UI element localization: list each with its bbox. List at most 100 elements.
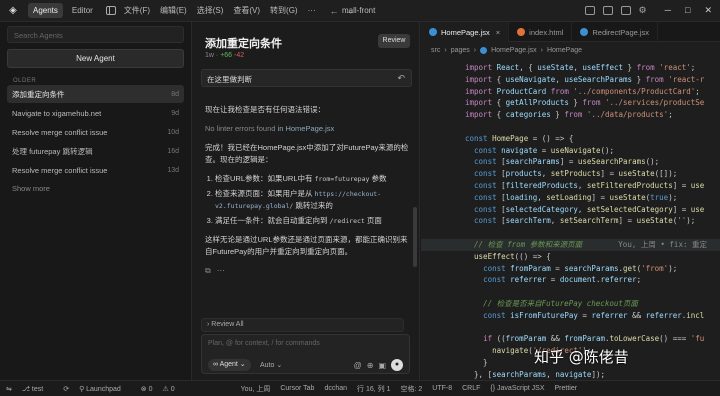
react-file-icon <box>480 46 488 54</box>
back-arrow-icon[interactable]: ← <box>330 6 339 16</box>
indent-setting[interactable]: 空格: 2 <box>400 384 422 394</box>
breadcrumb-item[interactable]: HomePage <box>547 47 582 54</box>
steps-list: 检查URL参数：如果URL中有 from=futurepay 参数 检查来源页面… <box>215 173 410 227</box>
git-blame-annotation: You, 上周 • fix: 重定 <box>618 239 707 249</box>
app-logo-icon: ◈ <box>9 5 17 16</box>
close-icon[interactable]: ✕ <box>704 5 712 16</box>
chat-title: 添加重定向条件 <box>205 38 282 50</box>
tab-editor[interactable]: Editor <box>67 3 98 18</box>
launchpad-button[interactable]: ⚲ Launchpad <box>79 385 131 393</box>
restore-icon[interactable]: ↶ <box>397 73 405 84</box>
lint-file-link[interactable]: in HomePage.jsx <box>278 124 335 133</box>
agent-item-age: 13d <box>167 166 179 174</box>
list-item: 检查来源页面：如果用户是从 https://checkout-v2.future… <box>215 188 410 212</box>
html-file-icon <box>517 28 526 36</box>
copy-icon[interactable]: ⧉ <box>205 265 211 277</box>
agent-chat-panel: 添加重定向条件 1w · +66 -42 Review 在这里做判断 ↶ 现在让… <box>193 22 420 380</box>
agent-item-age: 16d <box>167 147 179 155</box>
code-lines[interactable]: import React, { useState, useEffect } fr… <box>421 62 720 381</box>
menu-go[interactable]: 转到(G) <box>270 5 298 16</box>
user-status[interactable]: dcchan <box>324 385 347 392</box>
editor-tab-index[interactable]: index.html <box>509 22 573 42</box>
warnings-count[interactable]: ⚠ 0 <box>163 385 175 393</box>
sync-icon[interactable]: ⟳ <box>63 385 69 393</box>
remote-icon[interactable]: ⇋ <box>6 385 12 393</box>
editor-tab-homepage[interactable]: HomePage.jsx × <box>421 22 510 42</box>
chat-meta: 1w · +66 -42 <box>205 52 245 59</box>
menu-file[interactable]: 文件(F) <box>124 5 150 16</box>
breadcrumb-item[interactable]: HomePage.jsx <box>491 47 537 54</box>
breadcrumb-item[interactable]: src <box>431 47 440 54</box>
model-select[interactable]: Auto ⌄ <box>260 361 282 369</box>
window-title: mall-front <box>342 6 376 15</box>
user-prompt[interactable]: 在这里做判断 ↶ <box>201 69 412 87</box>
tab-label: RedirectPage.jsx <box>592 27 650 37</box>
maximize-icon[interactable]: □ <box>685 5 690 16</box>
review-all-label: Review All <box>211 321 244 328</box>
status-bar: ⇋ ⎇ test ⟳ ⚲ Launchpad ⊗ 0 ⚠ 0 You, 上周 C… <box>0 380 720 396</box>
tab-agents[interactable]: Agents <box>28 3 63 18</box>
encoding[interactable]: UTF-8 <box>432 385 452 392</box>
new-agent-button[interactable]: New Agent <box>7 49 184 68</box>
layout-right-icon[interactable] <box>620 6 631 15</box>
conclusion-text: 这样无论是通过URL参数还是通过页面来源，都能正确识别来自FuturePay的用… <box>205 235 408 256</box>
review-button[interactable]: Review <box>378 34 410 48</box>
more-menu-icon[interactable]: ··· <box>308 6 316 15</box>
at-mention-icon[interactable]: @ <box>354 361 362 370</box>
agent-item[interactable]: Navigate to xigamehub.net 9d <box>7 104 184 122</box>
minimize-icon[interactable]: ─ <box>665 5 671 16</box>
agent-item[interactable]: Resolve merge conflict issue 10d <box>7 123 184 141</box>
watermark: 知乎 @陈佬昔 <box>534 348 629 366</box>
branch-indicator[interactable]: ⎇ test <box>22 385 53 393</box>
agent-item[interactable]: 处理 futurepay 跳转逻辑 16d <box>7 142 184 160</box>
step-text: 满足任一条件：就会自动重定向到 <box>215 216 328 225</box>
show-more-link[interactable]: Show more <box>12 184 184 193</box>
chat-meta-time: 1w <box>205 52 214 59</box>
review-all-bar[interactable]: › Review All <box>201 318 404 332</box>
branch-name: test <box>31 385 44 393</box>
agent-item-label: Navigate to xigamehub.net <box>12 108 102 118</box>
step-text: 检查URL参数：如果URL中有 <box>215 174 313 183</box>
git-author[interactable]: You, 上周 <box>241 384 271 394</box>
agent-item-age: 9d <box>171 109 179 117</box>
agent-item[interactable]: 添加重定向条件 8d <box>7 85 184 103</box>
breadcrumb-item[interactable]: pages <box>451 47 470 54</box>
gear-icon[interactable]: ⚙ <box>639 5 647 16</box>
microphone-icon[interactable]: ● <box>391 359 403 371</box>
chat-scrollbar[interactable] <box>413 207 417 267</box>
menu-selection[interactable]: 选择(S) <box>197 5 224 16</box>
menu-view[interactable]: 查看(V) <box>233 5 260 16</box>
more-icon[interactable]: ⋯ <box>217 265 225 277</box>
composer[interactable]: Plan, @ for context, / for commands ∞ Ag… <box>201 334 410 374</box>
globe-icon[interactable]: ⊕ <box>367 361 374 370</box>
list-item: 检查URL参数：如果URL中有 from=futurepay 参数 <box>215 173 410 185</box>
react-file-icon <box>580 28 589 36</box>
editor-tab-redirect[interactable]: RedirectPage.jsx <box>572 22 659 42</box>
step-text: 检查来源页面：如果用户是从 <box>215 189 313 198</box>
agent-item[interactable]: Resolve merge conflict issue 13d <box>7 161 184 179</box>
menu-edit[interactable]: 编辑(E) <box>160 5 187 16</box>
step-text: 跳转过来的 <box>295 201 333 210</box>
prettier-status[interactable]: Prettier <box>555 385 578 392</box>
agent-item-age: 8d <box>171 90 179 98</box>
close-tab-icon[interactable]: × <box>496 28 500 37</box>
cursor-tab-status[interactable]: Cursor Tab <box>280 385 314 392</box>
errors-count[interactable]: ⊗ 0 <box>141 385 153 393</box>
search-agents-input[interactable]: Search Agents <box>7 26 184 43</box>
layout-panel-icon[interactable] <box>584 6 595 15</box>
agent-mode-select[interactable]: ∞ Agent ⌄ <box>208 359 251 371</box>
layout-bottom-icon[interactable] <box>602 6 613 15</box>
line-ending[interactable]: CRLF <box>462 385 480 392</box>
user-prompt-text: 在这里做判断 <box>207 75 252 84</box>
lint-status: No linter errors found in HomePage.jsx <box>205 123 410 135</box>
composer-input[interactable]: Plan, @ for context, / for commands <box>208 340 320 347</box>
agent-mode-label: Agent <box>219 361 238 368</box>
code-editor: HomePage.jsx × index.html RedirectPage.j… <box>421 22 720 380</box>
language-mode[interactable]: {} JavaScript JSX <box>490 385 544 392</box>
image-icon[interactable]: ▣ <box>378 361 386 370</box>
assistant-message: 现在让我检查是否有任何语法错误： No linter errors found … <box>205 104 410 277</box>
agent-item-label: Resolve merge conflict issue <box>12 165 108 175</box>
toggle-sidebar-icon[interactable] <box>105 6 116 15</box>
summary-text: 完成！我已经在HomePage.jsx中添加了对FuturePay来源的检查。现… <box>205 143 409 164</box>
cursor-position[interactable]: 行 16, 列 1 <box>357 384 390 394</box>
